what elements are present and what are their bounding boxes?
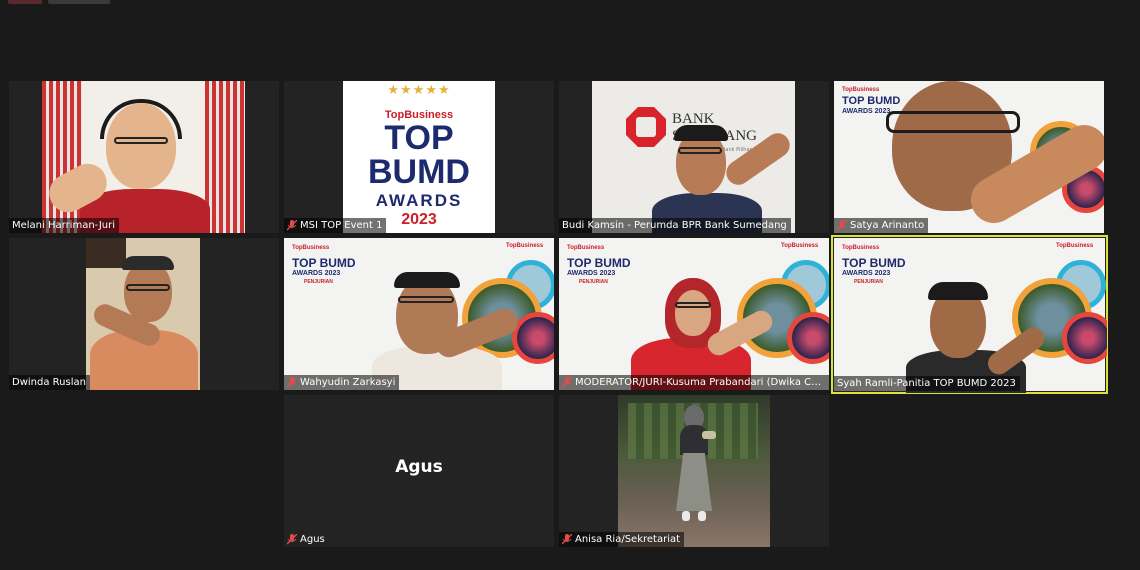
award-line-1: TOP: [384, 119, 454, 157]
participant-name-label: Anisa Ria/Sekretariat: [559, 532, 685, 547]
participant-tile-syah-ramli[interactable]: TopBusiness TOP BUMD AWARDS 2023 PENJURI…: [831, 235, 1108, 394]
virtual-background: TopBusiness TOP BUMD AWARDS 2023 PENJURI…: [284, 238, 554, 390]
video-off-name: Agus: [395, 457, 443, 477]
participant-name-label: Agus: [284, 532, 329, 547]
participant-name-label: Dwinda Ruslan: [9, 375, 90, 390]
participant-name: Anisa Ria/Sekretariat: [575, 534, 681, 545]
muted-mic-icon: [287, 220, 297, 231]
participant-tile-melani[interactable]: Melani Harriman-Juri: [9, 81, 279, 233]
participant-tile-msi-top-event[interactable]: ★★★★★ TopBusiness TOP BUMD AWARDS 2023 M…: [284, 81, 554, 233]
award-line-3: AWARDS: [375, 191, 463, 210]
participant-name: Dwinda Ruslan: [12, 377, 86, 388]
participant-name-label: MSI TOP Event 1: [284, 218, 387, 233]
video-feed: [618, 395, 770, 547]
participant-name-label: MODERATOR/JURI-Kusuma Prabandari (Dwika …: [559, 375, 829, 390]
award-logo-feed: ★★★★★ TopBusiness TOP BUMD AWARDS 2023: [343, 81, 495, 233]
participant-name: Budi Kamsin - Perumda BPR Bank Sumedang: [562, 220, 787, 231]
participant-name: Syah Ramli-Panitia TOP BUMD 2023: [837, 378, 1016, 389]
muted-mic-icon: [837, 220, 847, 231]
stars-icon: ★★★★★: [387, 83, 451, 98]
bank-logo-inner: [636, 117, 656, 137]
award-line-2: BUMD: [368, 153, 470, 191]
participant-name: MODERATOR/JURI-Kusuma Prabandari (Dwika …: [575, 377, 825, 388]
participant-name-label: Budi Kamsin - Perumda BPR Bank Sumedang: [559, 218, 791, 233]
virtual-background: TopBusiness TOP BUMD AWARDS 2023 PENJURI…: [834, 238, 1107, 393]
participant-tile-satya-arinanto[interactable]: TopBusiness TOP BUMD AWARDS 2023 Satya A…: [834, 81, 1104, 233]
recording-indicator[interactable]: [8, 0, 42, 4]
top-toolbar: [0, 0, 1140, 8]
virtual-background: TopBusiness TOP BUMD AWARDS 2023: [834, 81, 1104, 233]
participant-tile-budi-kamsin[interactable]: BANK SUMEDANG Bank Pilihan Rakyat Budi K…: [559, 81, 829, 233]
participant-tile-kusuma-prabandari[interactable]: TopBusiness TOP BUMD AWARDS 2023 PENJURI…: [559, 238, 829, 390]
virtual-background: TopBusiness TOP BUMD AWARDS 2023 PENJURI…: [559, 238, 829, 390]
participant-name: Agus: [300, 534, 325, 545]
muted-mic-icon: [562, 377, 572, 388]
participant-name: MSI TOP Event 1: [300, 220, 383, 231]
participant-name-label: Satya Arinanto: [834, 218, 929, 233]
participant-name: Satya Arinanto: [850, 220, 925, 231]
participant-name-label: Wahyudin Zarkasyi: [284, 375, 400, 390]
participant-name: Melani Harriman-Juri: [12, 220, 116, 231]
video-feed: BANK SUMEDANG Bank Pilihan Rakyat: [592, 81, 795, 233]
participant-tile-wahyudin-zarkasyi[interactable]: TopBusiness TOP BUMD AWARDS 2023 PENJURI…: [284, 238, 554, 390]
muted-mic-icon: [287, 377, 297, 388]
video-feed: [42, 81, 245, 233]
video-feed: [86, 238, 200, 390]
muted-mic-icon: [287, 534, 297, 545]
view-toggle-button[interactable]: [48, 0, 110, 4]
participant-name-label: Syah Ramli-Panitia TOP BUMD 2023: [834, 376, 1020, 391]
participant-tile-anisa-ria[interactable]: Anisa Ria/Sekretariat: [559, 395, 829, 547]
participant-tile-dwinda-ruslan[interactable]: Dwinda Ruslan: [9, 238, 279, 390]
muted-mic-icon: [562, 534, 572, 545]
participant-name: Wahyudin Zarkasyi: [300, 377, 396, 388]
participant-name-label: Melani Harriman-Juri: [9, 218, 120, 233]
participant-tile-agus[interactable]: Agus Agus: [284, 395, 554, 547]
